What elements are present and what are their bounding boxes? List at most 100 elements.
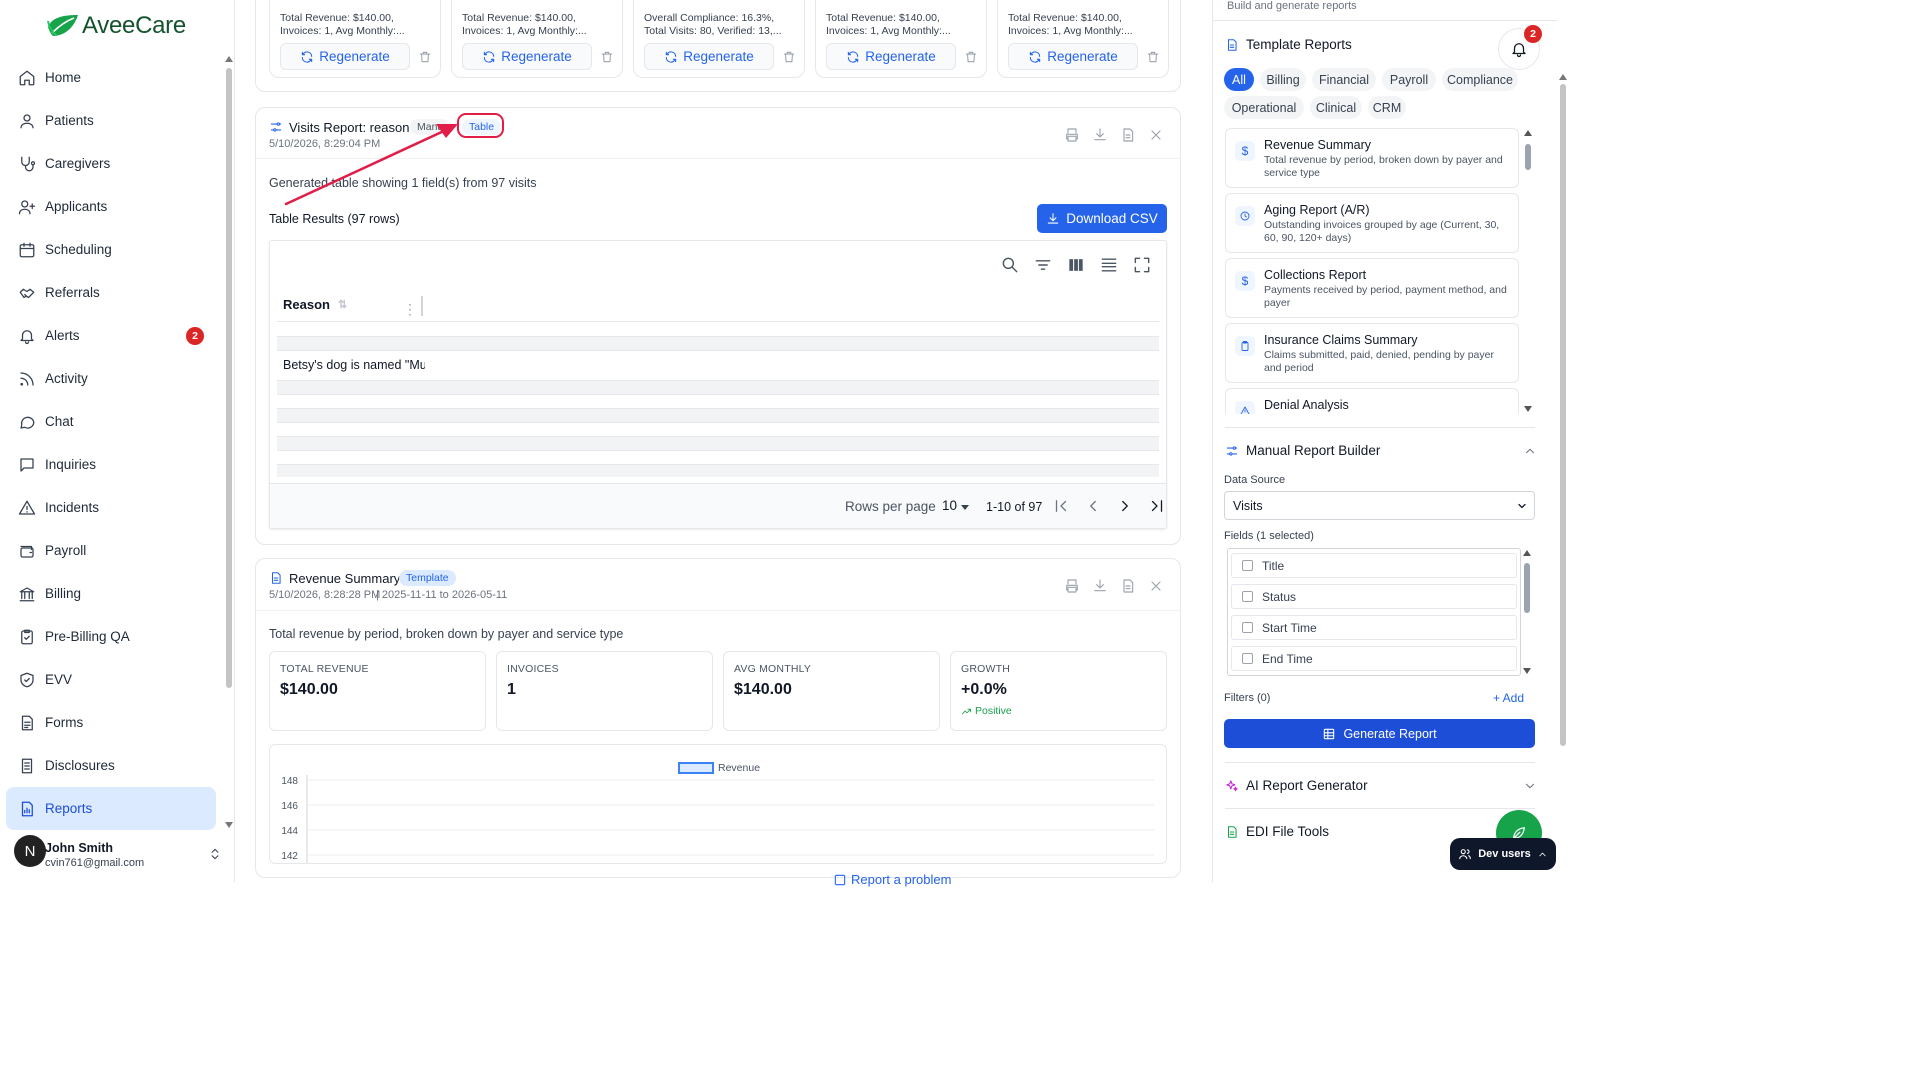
sidebar-scrollbar[interactable]: [224, 56, 234, 828]
sidebar-item-incidents[interactable]: Incidents: [6, 486, 216, 529]
regenerate-button[interactable]: Regenerate: [280, 43, 410, 70]
right-panel-scrollbar[interactable]: [1558, 74, 1568, 850]
regenerate-button[interactable]: Regenerate: [462, 43, 592, 70]
filter-icon[interactable]: [1033, 255, 1053, 275]
chip-billing[interactable]: Billing: [1260, 68, 1306, 91]
regenerate-button[interactable]: Regenerate: [826, 43, 956, 70]
chip-financial[interactable]: Financial: [1312, 68, 1376, 91]
regenerate-button[interactable]: Regenerate: [644, 43, 774, 70]
sidebar-item-evv[interactable]: EVV: [6, 658, 216, 701]
scroll-down-arrow[interactable]: [225, 822, 233, 828]
chip-clinical[interactable]: Clinical: [1310, 96, 1362, 119]
download-icon[interactable]: [1092, 127, 1108, 143]
checkbox[interactable]: [1242, 560, 1253, 571]
sidebar-item-reports[interactable]: Reports: [6, 787, 216, 830]
checkbox[interactable]: [1242, 653, 1253, 664]
first-page-icon[interactable]: [1052, 497, 1070, 515]
field-option-start-time[interactable]: Start Time: [1231, 615, 1517, 640]
template-item-revenue-summary[interactable]: $ Revenue Summary Total revenue by perio…: [1225, 128, 1519, 188]
template-item-denial-analysis[interactable]: Denial Analysis: [1225, 388, 1519, 414]
column-menu-icon[interactable]: ⋮: [403, 301, 417, 318]
sidebar-item-applicants[interactable]: Applicants: [6, 185, 216, 228]
field-option-status[interactable]: Status: [1231, 584, 1517, 609]
density-icon[interactable]: [1099, 255, 1119, 275]
print-icon[interactable]: [1064, 578, 1080, 594]
chevron-down-icon[interactable]: [1523, 779, 1537, 793]
edi-file-tools-header[interactable]: EDI File Tools: [1225, 824, 1329, 839]
sidebar-item-caregivers[interactable]: Caregivers: [6, 142, 216, 185]
download-icon[interactable]: [1092, 578, 1108, 594]
sidebar-item-payroll[interactable]: Payroll: [6, 529, 216, 572]
template-item-collections-report[interactable]: $ Collections Report Payments received b…: [1225, 258, 1519, 318]
chip-all[interactable]: All: [1224, 68, 1254, 91]
scrollbar-thumb[interactable]: [1525, 144, 1531, 170]
user-profile[interactable]: N John Smith cvin761@gmail.com: [14, 835, 224, 875]
trash-icon[interactable]: [600, 50, 614, 64]
ai-report-generator-header[interactable]: AI Report Generator: [1225, 778, 1368, 793]
scroll-up-arrow[interactable]: [225, 56, 233, 62]
last-page-icon[interactable]: [1148, 497, 1166, 515]
close-icon[interactable]: [1148, 127, 1164, 143]
regenerate-button[interactable]: Regenerate: [1008, 43, 1138, 70]
brand-logo[interactable]: AveeCare: [46, 12, 186, 40]
prev-page-icon[interactable]: [1084, 497, 1102, 515]
chip-crm[interactable]: CRM: [1368, 96, 1406, 119]
scroll-down-arrow[interactable]: [1524, 406, 1532, 412]
field-option-title[interactable]: Title: [1231, 553, 1517, 578]
sidebar-item-alerts[interactable]: Alerts 2: [6, 314, 216, 357]
search-icon[interactable]: [1000, 255, 1020, 275]
sidebar-item-pre-billing-qa[interactable]: Pre-Billing QA: [6, 615, 216, 658]
sidebar-item-chat[interactable]: Chat: [6, 400, 216, 443]
data-source-select[interactable]: Visits: [1224, 491, 1535, 520]
report-problem-link[interactable]: Report a problem: [833, 872, 951, 887]
document-icon[interactable]: [1120, 127, 1136, 143]
rows-per-page-select[interactable]: 10: [942, 498, 957, 513]
sort-icon[interactable]: ⇅: [338, 298, 347, 311]
download-csv-button[interactable]: Download CSV: [1037, 204, 1167, 233]
next-page-icon[interactable]: [1116, 497, 1134, 515]
sidebar-item-scheduling[interactable]: Scheduling: [6, 228, 216, 271]
chevron-up-icon[interactable]: [1523, 444, 1537, 458]
manual-report-builder-header[interactable]: Manual Report Builder: [1225, 443, 1380, 458]
sidebar-item-referrals[interactable]: Referrals: [6, 271, 216, 314]
checkbox[interactable]: [1242, 622, 1253, 633]
scrollbar-thumb[interactable]: [226, 68, 232, 688]
template-list-scrollbar[interactable]: [1524, 128, 1532, 414]
close-icon[interactable]: [1148, 578, 1164, 594]
dev-users-button[interactable]: Dev users: [1450, 838, 1556, 870]
scroll-up-arrow[interactable]: [1559, 74, 1567, 80]
sidebar-item-billing[interactable]: Billing: [6, 572, 216, 615]
columns-icon[interactable]: [1066, 255, 1086, 275]
scroll-up-arrow[interactable]: [1524, 130, 1532, 136]
checkbox[interactable]: [1242, 591, 1253, 602]
chip-compliance[interactable]: Compliance: [1442, 68, 1518, 91]
print-icon[interactable]: [1064, 127, 1080, 143]
sidebar-item-activity[interactable]: Activity: [6, 357, 216, 400]
column-resize-handle[interactable]: [421, 296, 423, 316]
sidebar-item-home[interactable]: Home: [6, 56, 216, 99]
sidebar-item-patients[interactable]: Patients: [6, 99, 216, 142]
field-option-end-time[interactable]: End Time: [1231, 646, 1517, 671]
template-item-aging-report[interactable]: Aging Report (A/R) Outstanding invoices …: [1225, 193, 1519, 253]
trash-icon[interactable]: [782, 50, 796, 64]
document-icon[interactable]: [1120, 578, 1136, 594]
trash-icon[interactable]: [418, 50, 432, 64]
sidebar-item-forms[interactable]: Forms: [6, 701, 216, 744]
fields-scrollbar[interactable]: [1523, 548, 1531, 676]
sidebar-item-disclosures[interactable]: Disclosures: [6, 744, 216, 787]
column-header-reason[interactable]: Reason ⇅: [283, 297, 423, 312]
add-filter-button[interactable]: + Add: [1493, 691, 1524, 705]
scrollbar-thumb[interactable]: [1560, 84, 1566, 746]
scroll-up-arrow[interactable]: [1523, 550, 1531, 556]
template-reports-header[interactable]: Template Reports: [1225, 37, 1352, 52]
chip-payroll[interactable]: Payroll: [1382, 68, 1436, 91]
sidebar-item-inquiries[interactable]: Inquiries: [6, 443, 216, 486]
generate-report-button[interactable]: Generate Report: [1224, 719, 1535, 748]
scrollbar-thumb[interactable]: [1524, 563, 1530, 613]
trash-icon[interactable]: [964, 50, 978, 64]
fullscreen-icon[interactable]: [1132, 255, 1152, 275]
template-item-insurance-claims[interactable]: Insurance Claims Summary Claims submitte…: [1225, 323, 1519, 383]
scroll-down-arrow[interactable]: [1523, 668, 1531, 674]
trash-icon[interactable]: [1146, 50, 1160, 64]
chevron-down-icon[interactable]: [961, 505, 969, 510]
